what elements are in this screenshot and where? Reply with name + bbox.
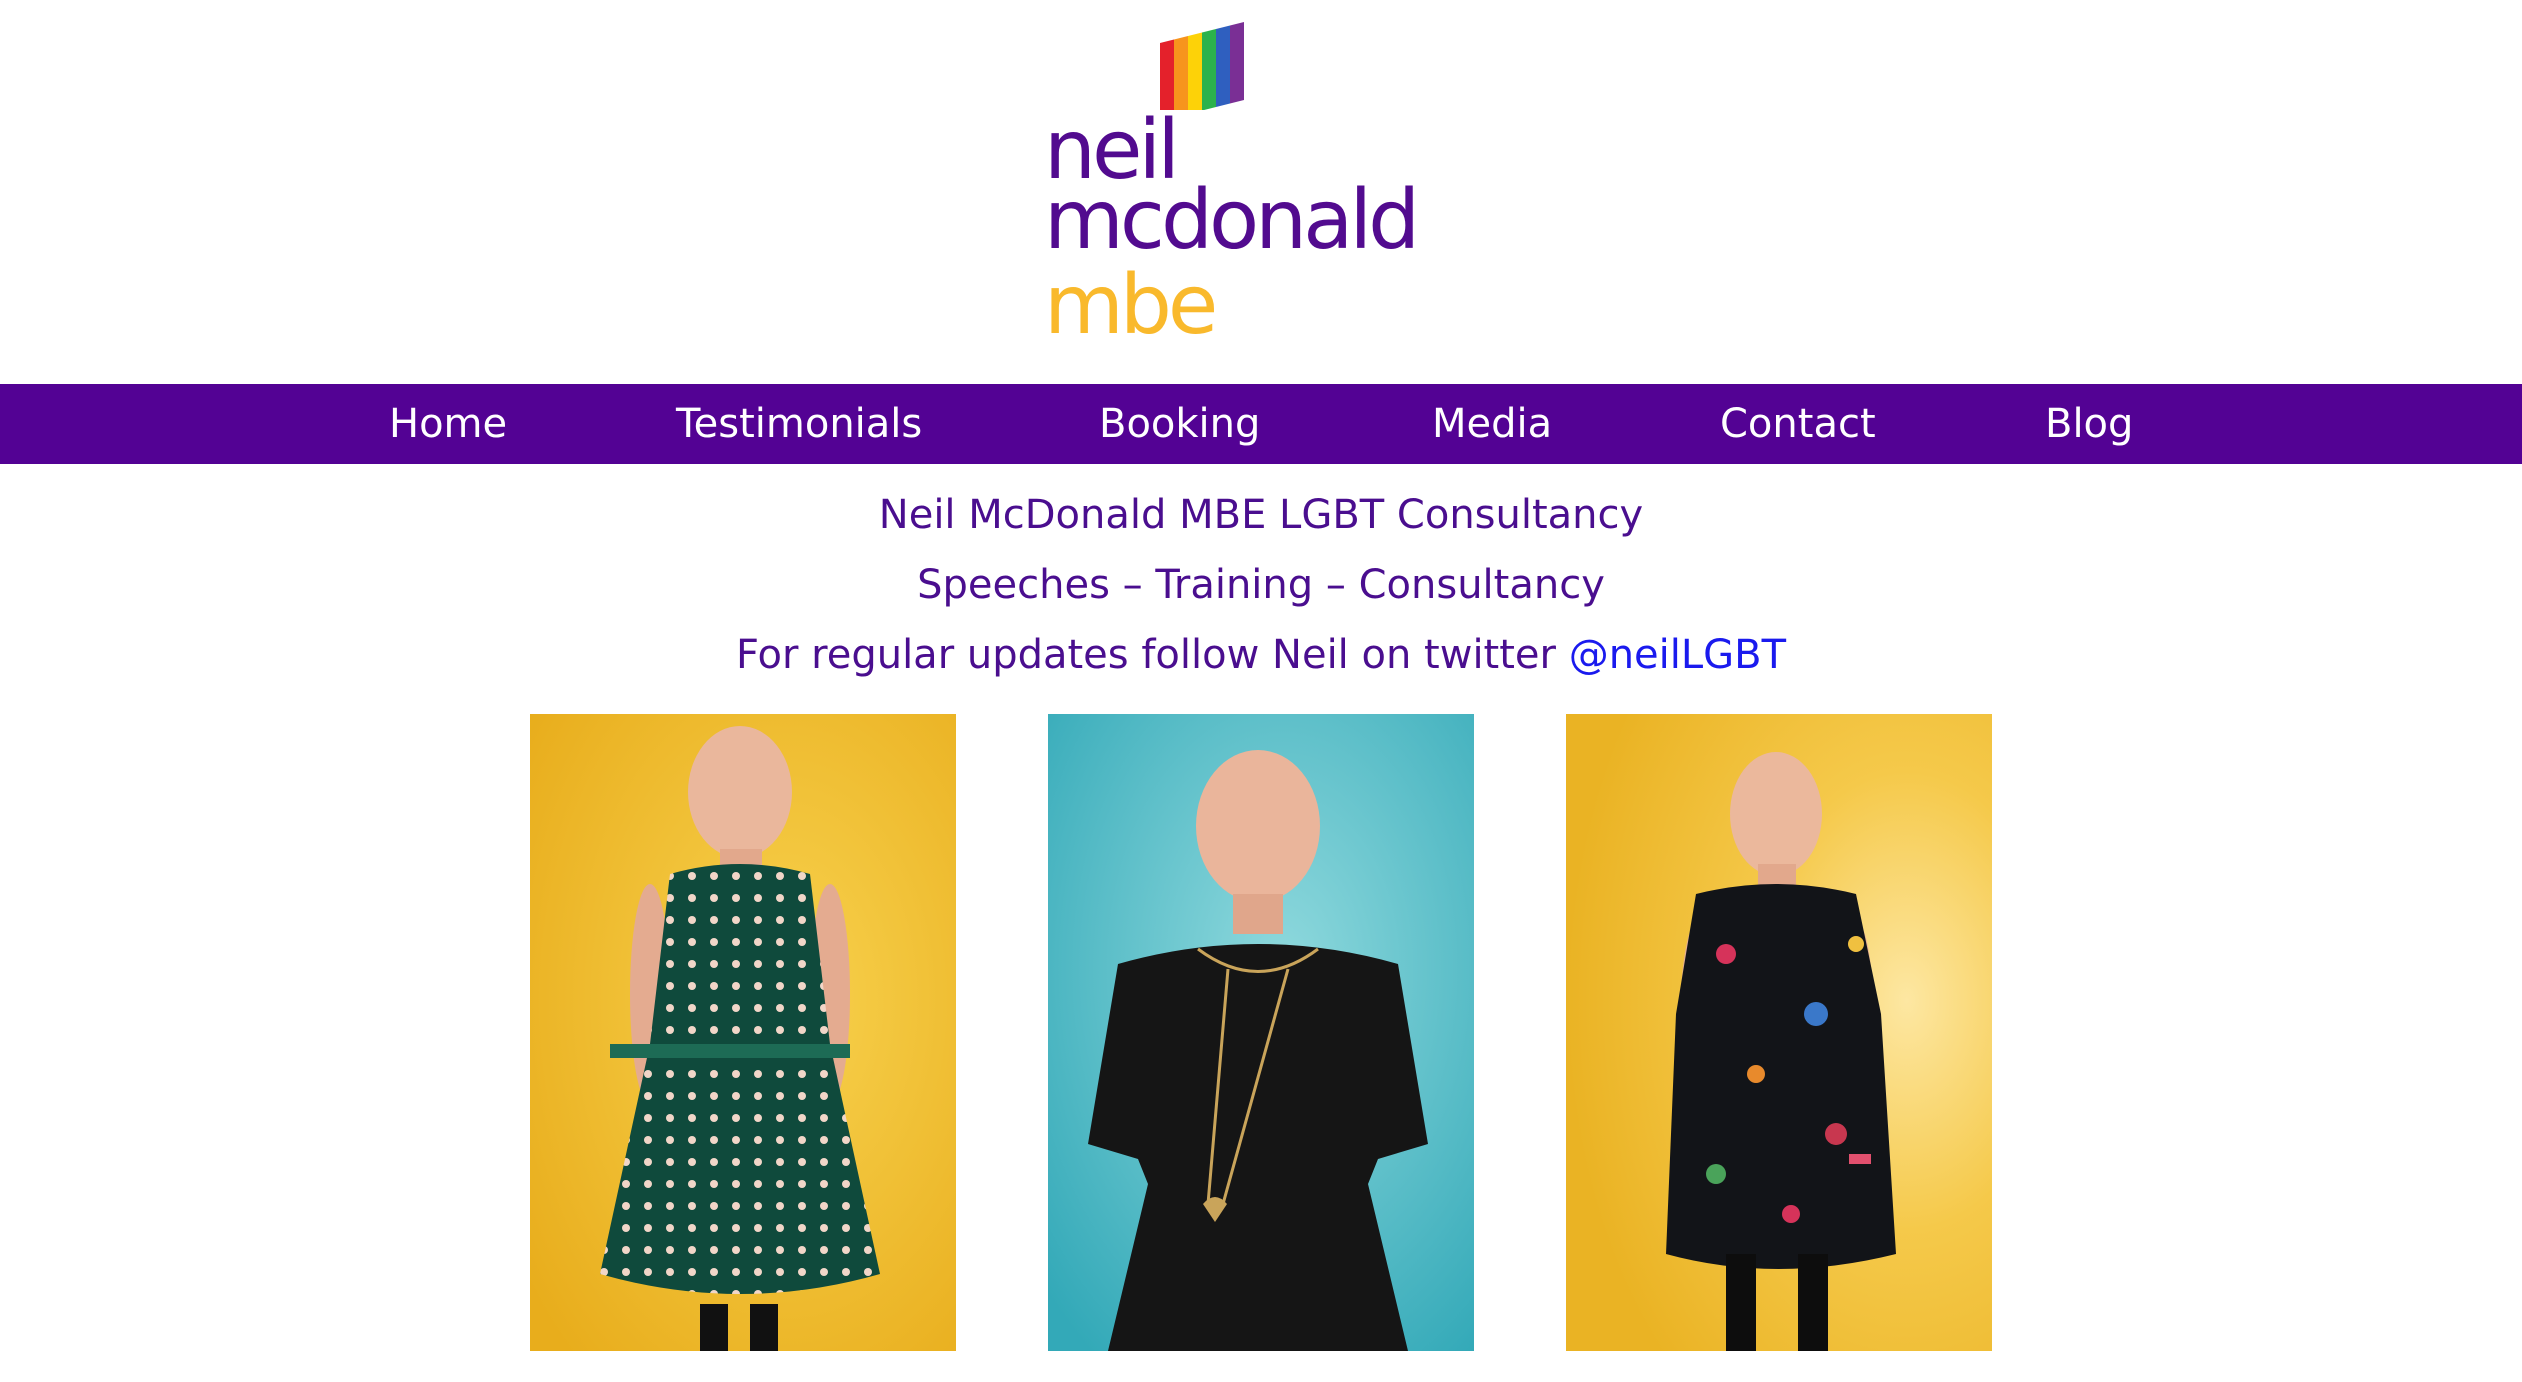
nav-item-media[interactable]: Media bbox=[1432, 384, 1552, 464]
intro-headline: Neil McDonald MBE LGBT Consultancy bbox=[878, 492, 1644, 538]
photo-neil-floral-dress bbox=[1566, 714, 1992, 1351]
logo-word-mbe: mbe bbox=[1044, 258, 1218, 353]
twitter-handle-link[interactable]: @neilLGBT bbox=[1569, 632, 1786, 678]
twitter-prompt-text: For regular updates follow Neil on twitt… bbox=[735, 632, 1569, 678]
nav-item-blog[interactable]: Blog bbox=[2045, 384, 2133, 464]
nav-item-testimonials[interactable]: Testimonials bbox=[676, 384, 922, 464]
nav-item-home[interactable]: Home bbox=[389, 384, 507, 464]
site-logo[interactable]: neil mcdonald mbe bbox=[1044, 10, 1484, 350]
logo-word-mcdonald: mcdonald bbox=[1044, 173, 1420, 268]
page: neil mcdonald mbe Home Testimonials Book… bbox=[0, 0, 2522, 1382]
rainbow-flag-icon bbox=[1160, 22, 1244, 110]
intro-services: Speeches – Training – Consultancy bbox=[917, 562, 1605, 608]
photo-neil-black-dress bbox=[1048, 714, 1474, 1351]
main-nav-bar: Home Testimonials Booking Media Contact … bbox=[0, 384, 2522, 464]
nav-item-contact[interactable]: Contact bbox=[1720, 384, 1876, 464]
photo-neil-green-dress bbox=[530, 714, 956, 1351]
intro-twitter-line: For regular updates follow Neil on twitt… bbox=[0, 630, 2522, 680]
nav-item-booking[interactable]: Booking bbox=[1099, 384, 1260, 464]
